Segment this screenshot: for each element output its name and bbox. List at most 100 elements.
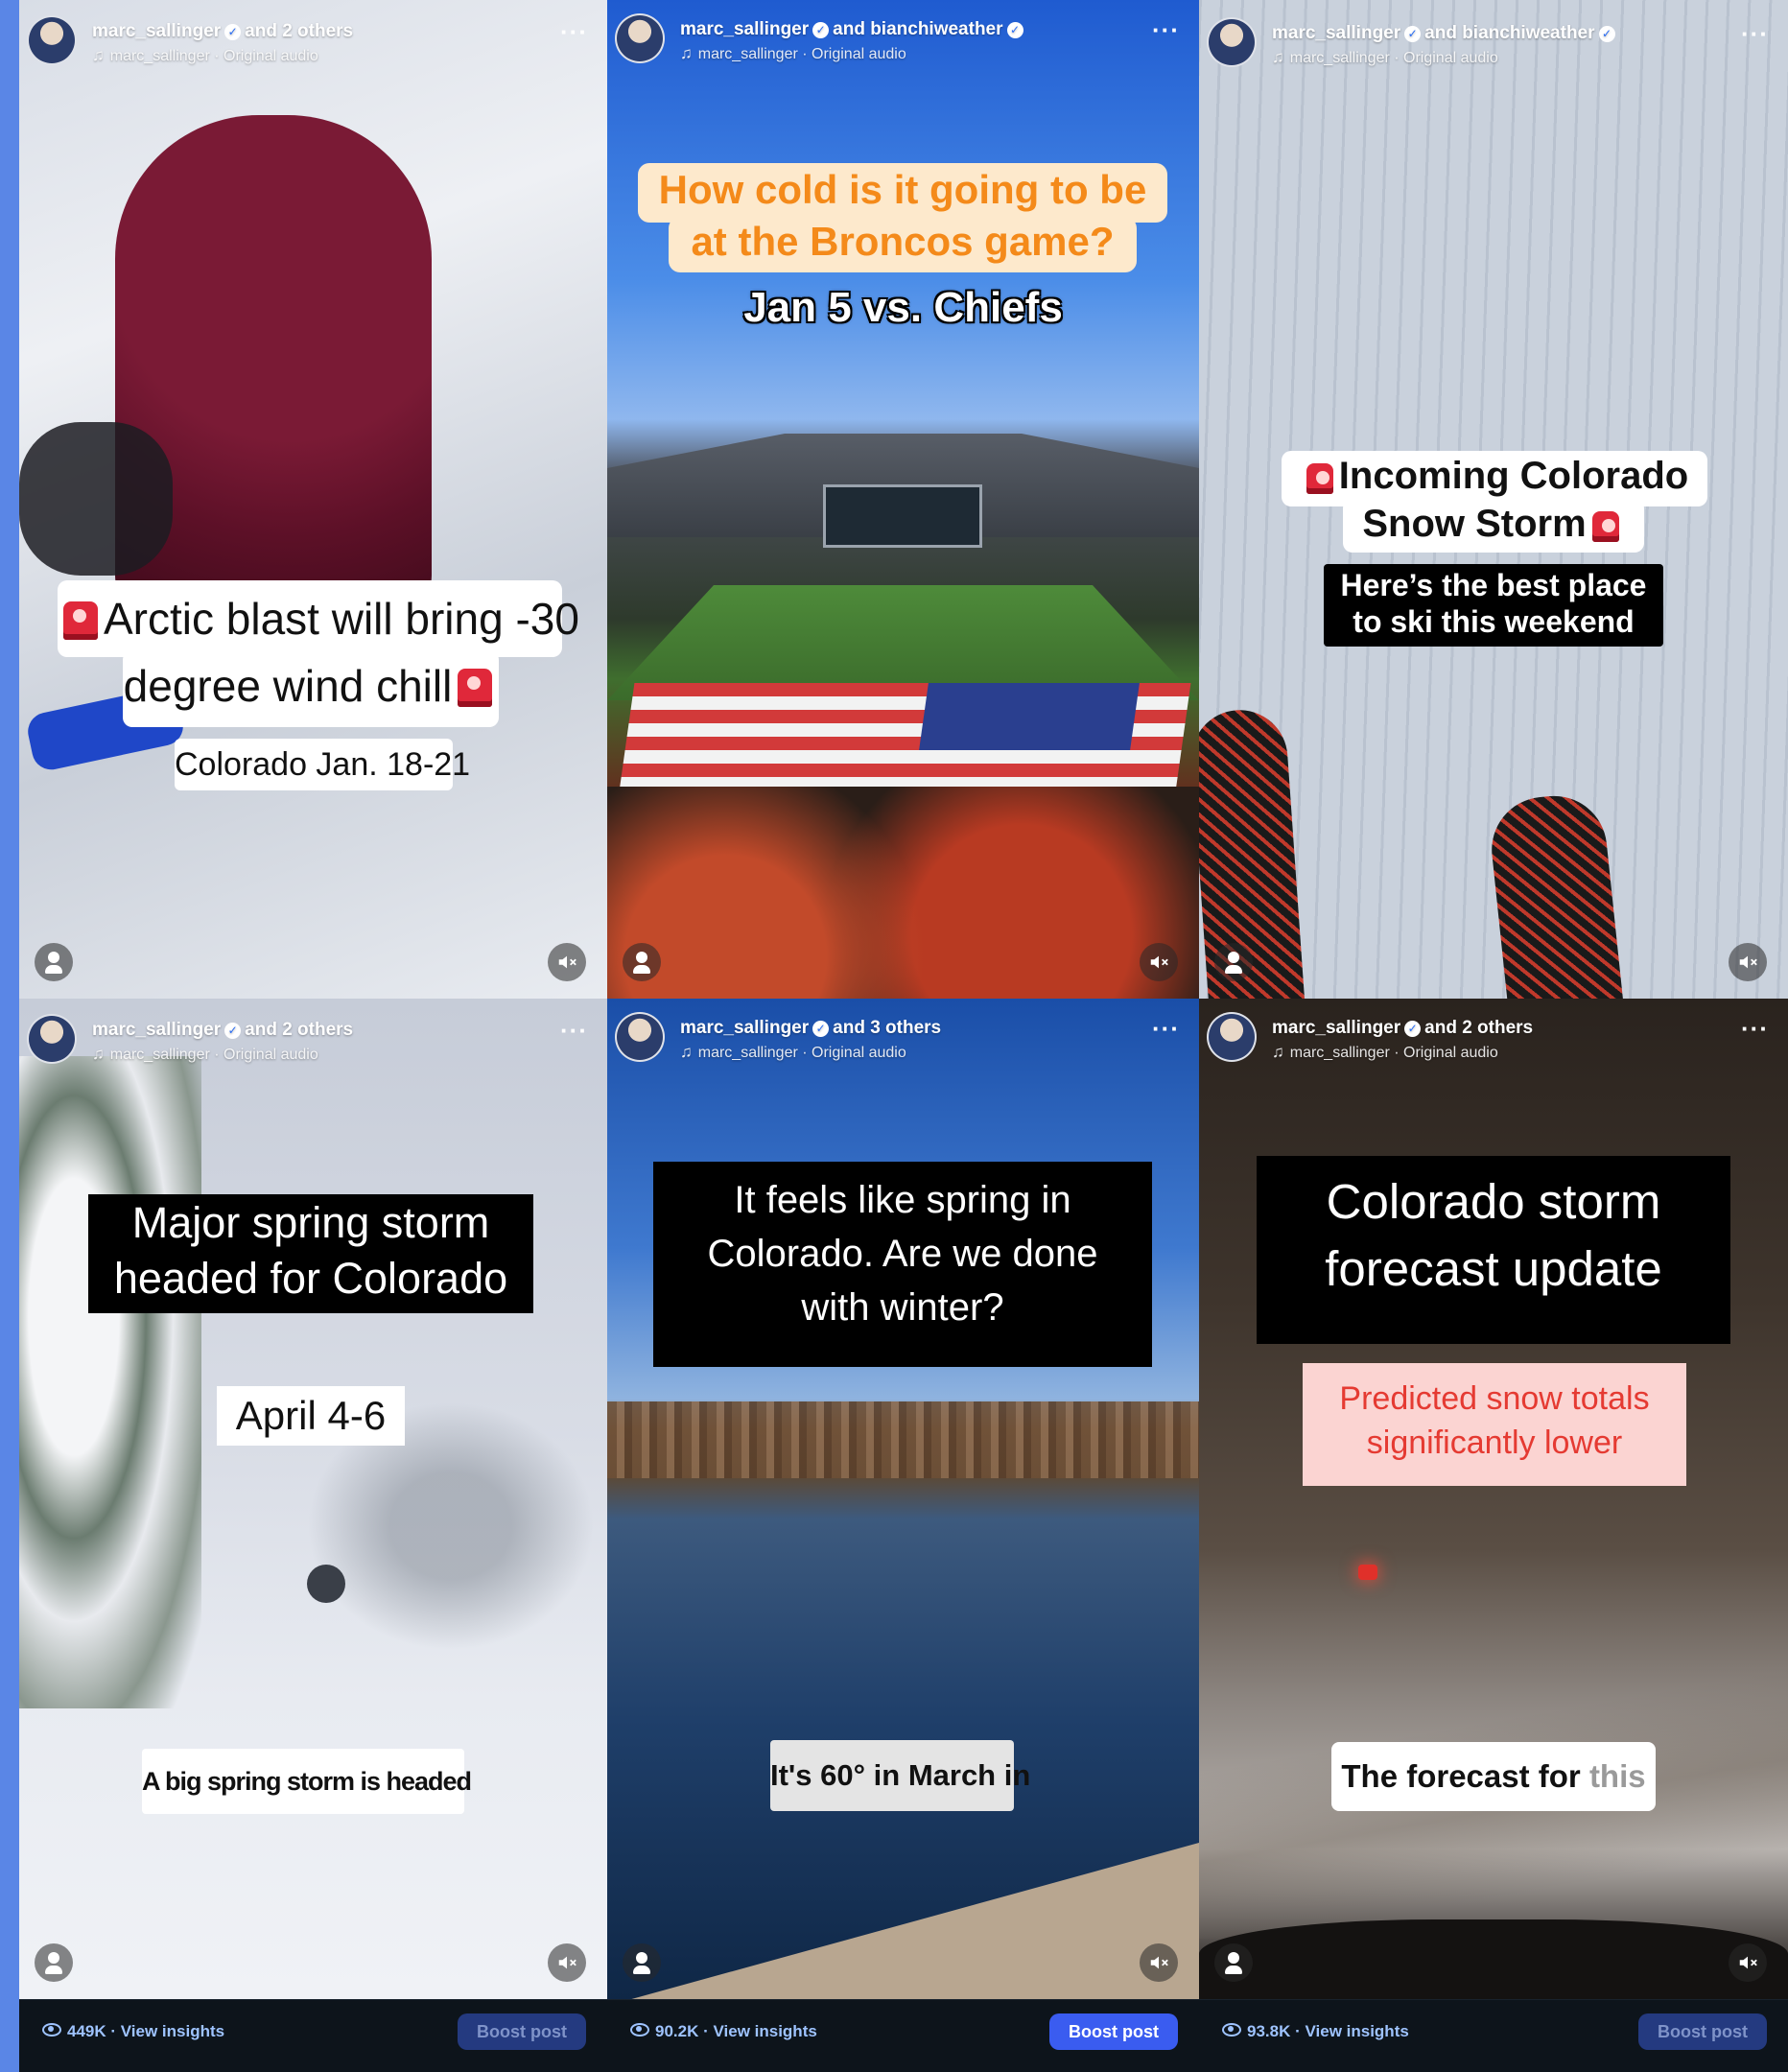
view-insights-link[interactable]: 93.8K · View insights	[1222, 2022, 1409, 2041]
collab-header[interactable]: marc_sallinger ✓ and 3 others	[680, 1018, 941, 1039]
audio-label: marc_sallinger · Original audio	[1289, 1045, 1498, 1061]
music-note-icon: ♫	[92, 1045, 105, 1063]
muted-speaker-icon[interactable]	[1140, 943, 1178, 981]
reel-header: marc_sallinger ✓ and bianchiweather ✓ ♫ marc…	[1199, 15, 1788, 73]
audio-line[interactable]: ♫ marc_sallinger · Original audio	[92, 46, 318, 65]
boost-post-button[interactable]: Boost post	[1638, 2013, 1767, 2050]
avatar[interactable]	[1207, 17, 1257, 67]
caption-line: significantly lower	[1366, 1424, 1623, 1461]
music-note-icon: ♫	[1272, 1043, 1284, 1061]
muted-speaker-icon[interactable]	[1729, 943, 1767, 981]
reel-video-5	[607, 999, 1199, 1999]
caption-line: degree wind chill	[123, 660, 499, 712]
avatar[interactable]	[615, 1012, 665, 1062]
profile-icon[interactable]	[1214, 943, 1253, 981]
collab-header[interactable]: marc_sallinger ✓ and 2 others	[92, 1020, 353, 1041]
date-caption: April 4-6	[217, 1386, 405, 1446]
reel-tile-3[interactable]: marc_sallinger ✓ and bianchiweather ✓ ♫ marc…	[1199, 0, 1788, 999]
collab-header[interactable]: marc_sallinger ✓ and 2 others	[92, 21, 353, 42]
caption-line: at the Broncos game?	[691, 219, 1115, 264]
more-options-icon[interactable]: ···	[1741, 1014, 1769, 1044]
caption-line: Here’s the best place	[1340, 568, 1647, 602]
reel-video-4	[19, 999, 607, 1999]
caption-line: with winter?	[801, 1286, 1004, 1329]
verified-badge-icon: ✓	[1598, 26, 1615, 42]
muted-speaker-icon[interactable]	[548, 1943, 586, 1982]
reel-video-6	[1199, 999, 1788, 1999]
audio-line[interactable]: ♫ marc_sallinger · Original audio	[1272, 1043, 1498, 1062]
username[interactable]: marc_sallinger	[680, 19, 809, 39]
reel-video-2	[607, 0, 1199, 999]
username[interactable]: marc_sallinger	[92, 1020, 221, 1040]
reel-tile-1[interactable]: marc_sallinger ✓ and 2 others ♫ marc_sallin…	[19, 0, 607, 999]
avatar[interactable]	[27, 15, 77, 65]
avatar[interactable]	[27, 1014, 77, 1064]
collab-header[interactable]: marc_sallinger ✓ and bianchiweather ✓	[680, 19, 1027, 40]
collaborators[interactable]: and 2 others	[245, 21, 353, 41]
caption-line: forecast update	[1325, 1241, 1662, 1296]
collab-header[interactable]: marc_sallinger ✓ and 2 others	[1272, 1018, 1533, 1039]
reel-header: marc_sallinger ✓ and 2 others ♫ marc_sallin…	[1199, 1010, 1788, 1068]
collaborators[interactable]: and bianchiweather	[1424, 23, 1594, 43]
audio-label: marc_sallinger · Original audio	[697, 46, 906, 62]
reel-header: marc_sallinger ✓ and bianchiweather ✓ ♫ marc…	[607, 12, 1199, 69]
profile-icon[interactable]	[35, 943, 73, 981]
profile-icon[interactable]	[623, 1943, 661, 1982]
music-note-icon: ♫	[92, 46, 105, 64]
username[interactable]: marc_sallinger	[1272, 23, 1400, 43]
collab-header[interactable]: marc_sallinger ✓ and bianchiweather ✓	[1272, 23, 1619, 44]
reel-footer-2: 90.2K · View insights Boost post	[607, 1999, 1199, 2072]
muted-speaker-icon[interactable]	[548, 943, 586, 981]
music-note-icon: ♫	[680, 44, 693, 62]
reel-tile-2[interactable]: marc_sallinger ✓ and bianchiweather ✓ ♫ marc…	[607, 0, 1199, 999]
siren-emoji-icon	[63, 601, 98, 640]
more-options-icon[interactable]: ···	[560, 1016, 588, 1046]
collaborators[interactable]: and 2 others	[245, 1020, 353, 1040]
audio-line[interactable]: ♫ marc_sallinger · Original audio	[92, 1045, 318, 1064]
siren-emoji-icon	[1591, 511, 1619, 542]
verified-badge-icon: ✓	[224, 24, 242, 40]
more-options-icon[interactable]: ···	[560, 17, 588, 47]
caption-line: Major spring storm	[131, 1198, 490, 1247]
music-note-icon: ♫	[680, 1043, 693, 1061]
muted-speaker-icon[interactable]	[1729, 1943, 1767, 1982]
reel-tile-5[interactable]: marc_sallinger ✓ and 3 others ♫ marc_sallin…	[607, 999, 1199, 1999]
caption-line: It feels like spring in	[734, 1179, 1071, 1221]
username[interactable]: marc_sallinger	[680, 1018, 809, 1038]
caption-line: Predicted snow totals	[1339, 1380, 1650, 1417]
eye-icon	[42, 2023, 61, 2037]
reel-tile-4[interactable]: marc_sallinger ✓ and 2 others ♫ marc_sallin…	[19, 999, 607, 1999]
more-options-icon[interactable]: ···	[1741, 19, 1769, 49]
verified-badge-icon: ✓	[812, 1021, 830, 1037]
more-options-icon[interactable]: ···	[1152, 1014, 1180, 1044]
subtitle-caption: The forecast for this	[1331, 1742, 1656, 1811]
profile-icon[interactable]	[1214, 1943, 1253, 1982]
audio-line[interactable]: ♫ marc_sallinger · Original audio	[680, 1043, 906, 1062]
view-insights-link[interactable]: 90.2K · View insights	[630, 2022, 817, 2041]
avatar[interactable]	[1207, 1012, 1257, 1062]
boost-post-button[interactable]: Boost post	[1049, 2013, 1178, 2050]
muted-speaker-icon[interactable]	[1140, 1943, 1178, 1982]
audio-line[interactable]: ♫ marc_sallinger · Original audio	[680, 44, 906, 63]
profile-icon[interactable]	[35, 1943, 73, 1982]
collaborators[interactable]: and bianchiweather	[833, 19, 1002, 39]
boost-post-button[interactable]: Boost post	[458, 2013, 586, 2050]
view-insights-link[interactable]: 449K · View insights	[42, 2022, 224, 2041]
collaborators[interactable]: and 3 others	[833, 1018, 941, 1038]
reel-tile-6[interactable]: marc_sallinger ✓ and 2 others ♫ marc_sallin…	[1199, 999, 1788, 1999]
caption-line: to ski this weekend	[1353, 604, 1635, 639]
username[interactable]: marc_sallinger	[92, 21, 221, 41]
collaborators[interactable]: and 2 others	[1424, 1018, 1533, 1038]
audio-line[interactable]: ♫ marc_sallinger · Original audio	[1272, 48, 1498, 67]
more-options-icon[interactable]: ···	[1152, 15, 1180, 45]
verified-badge-icon: ✓	[1404, 26, 1422, 42]
date-caption: Colorado Jan. 18-21	[175, 739, 470, 790]
subtitle-caption: It's 60° in March in	[770, 1740, 1030, 1811]
username[interactable]: marc_sallinger	[1272, 1018, 1400, 1038]
audio-label: marc_sallinger · Original audio	[697, 1045, 906, 1061]
profile-icon[interactable]	[623, 943, 661, 981]
avatar[interactable]	[615, 13, 665, 63]
verified-badge-icon: ✓	[812, 22, 830, 38]
caption-line: Colorado. Are we done	[707, 1233, 1098, 1275]
eye-icon	[1222, 2023, 1241, 2037]
